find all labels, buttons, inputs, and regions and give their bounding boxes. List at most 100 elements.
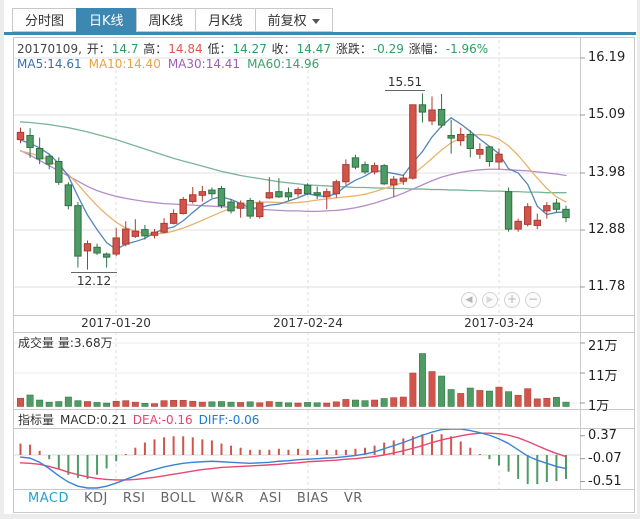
candle-body [333,182,339,194]
dea-line [21,433,566,480]
candle-body [151,232,157,235]
volume-bar [505,392,511,407]
ma-label: MA5:14.61 [17,57,82,71]
volume-axis-label: 21万 [588,335,618,354]
candle-body [429,110,435,121]
candle-body [371,166,377,172]
macd-pane-title: 指标量MACD:0.21DEA:-0.16DIFF:-0.06 [18,411,265,428]
candle-body [161,223,167,232]
indicator-tab-W&R[interactable]: W&R [211,491,245,506]
ohlc-field-value: -1.96% [446,42,488,56]
zoom-out-icon: − [526,293,540,306]
volume-bar [237,402,243,406]
indicator-tab-RSI[interactable]: RSI [123,491,146,506]
volume-bar [429,372,435,407]
indicator-tab-BOLL[interactable]: BOLL [160,491,195,506]
high-annotation: 15.51 [385,75,425,91]
macd-value-label: DIFF:-0.06 [199,413,260,427]
volume-bar [94,402,100,406]
ohlc-field-value: 14.47 [297,42,331,56]
indicator-tab-BIAS[interactable]: BIAS [297,491,329,506]
indicator-tab-KDJ[interactable]: KDJ [84,491,108,506]
candle-body [419,105,425,112]
candle-body [515,221,521,229]
macd-value-label: 指标量 [18,413,54,427]
indicator-tabbar: MACD KDJ RSI BOLL W&R ASI BIAS VR [28,491,363,506]
candle-body [563,209,569,217]
candle-body [343,165,349,182]
candle-body [17,132,23,139]
candle-body [228,202,234,211]
ma-label: MA30:14.41 [168,57,240,71]
zoom-out-button[interactable]: − [525,292,541,308]
indicator-tab-ASI[interactable]: ASI [259,491,281,506]
tab-前复权[interactable]: 前复权 [255,8,333,32]
candle-body [534,220,540,225]
candle-body [525,207,531,225]
macd-value-label: DEA:-0.16 [133,413,193,427]
tab-周K线[interactable]: 周K线 [136,8,196,32]
kline-chart-canvas[interactable] [0,0,640,519]
candle-body [199,192,205,196]
macd-axis-label: -0.51 [588,474,622,489]
pan-left-button[interactable]: ◀ [461,292,477,308]
volume-bar [142,403,148,406]
period-tabbar: 分时图日K线周K线月K线前复权 [12,8,333,32]
candle-body [438,109,444,125]
ma10-line [21,134,566,234]
macd-axis-label: 0.37 [588,428,617,443]
dropdown-caret-icon [312,19,320,24]
tab-月K线[interactable]: 月K线 [195,8,255,32]
volume-bar [304,402,310,406]
candle-body [448,135,454,138]
pan-right-button[interactable]: ▶ [482,292,498,308]
indicator-tab-MACD[interactable]: MACD [28,491,69,506]
volume-axis-label: 11万 [588,365,618,384]
candle-body [142,230,148,236]
candle-body [544,206,550,211]
candle-body [46,156,52,164]
tab-分时图[interactable]: 分时图 [12,8,76,32]
ohlc-field-label: 开： [83,42,111,56]
zoom-in-button[interactable]: + [504,292,520,308]
candle-body [324,192,330,197]
volume-bar [190,401,196,406]
date-axis-label: 2017-03-24 [454,316,544,330]
price-axis-label: 12.88 [588,222,625,237]
candle-body [458,134,464,140]
tab-日K线[interactable]: 日K线 [76,8,136,32]
volume-bar [113,401,119,406]
price-axis-label: 15.09 [588,107,625,122]
price-axis-label: 13.98 [588,165,625,180]
date-axis-label: 2017-02-24 [263,316,353,330]
indicator-tab-VR[interactable]: VR [344,491,363,506]
candle-body [56,161,62,182]
zoom-in-icon: + [505,293,519,306]
ohlc-field-label: 高： [139,42,167,56]
volume-bar [553,397,559,406]
candle-body [314,193,320,195]
ma-info-row: MA5:14.61MA10:14.40MA30:14.41MA60:14.96 [17,57,326,71]
volume-bar [343,399,349,406]
ohlc-field-value: 14.27 [232,42,266,56]
volume-bar [391,398,397,407]
volume-bar [486,391,492,407]
volume-bar [27,395,33,407]
volume-bar [400,397,406,407]
ohlc-info-row: 20170109, 开：14.7 高：14.84 低：14.27 收：14.47… [17,40,489,57]
volume-bar [477,390,483,406]
candle-body [36,148,42,158]
candle-body [113,238,119,254]
volume-bar [285,403,291,407]
volume-bar [515,395,521,406]
volume-bar [362,401,368,407]
volume-bar [247,402,253,407]
volume-bar [295,403,301,407]
volume-bar [199,402,205,406]
candle-body [27,135,33,147]
candle-body [553,203,559,209]
candle-body [247,200,253,216]
volume-bar [333,402,339,407]
candle-body [400,178,406,181]
price-axis-label: 11.78 [588,279,625,294]
